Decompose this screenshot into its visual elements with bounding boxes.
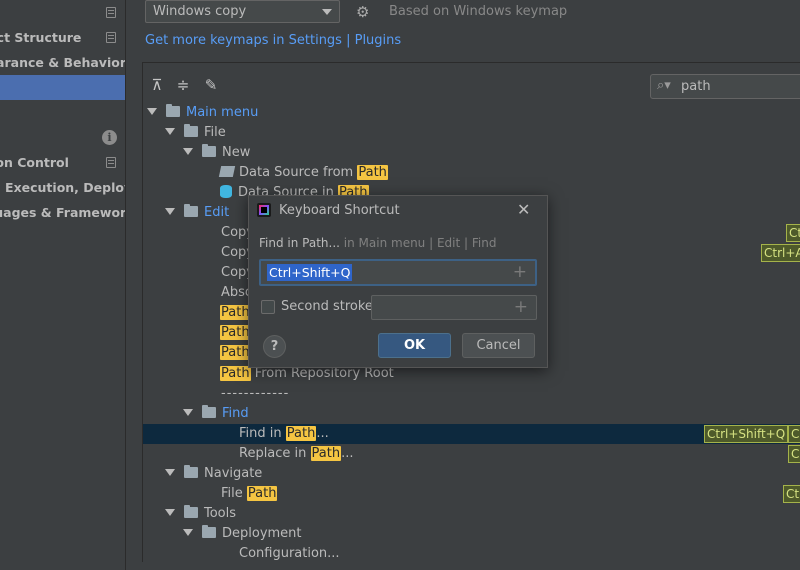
collapse-all-icon[interactable]: ≑ bbox=[173, 75, 193, 95]
tree-node-path-item[interactable]: Path bbox=[220, 303, 251, 323]
search-highlight: Path bbox=[220, 325, 251, 340]
chevron-down-icon bbox=[322, 9, 332, 15]
sidebar-item-project-structure[interactable]: Project Structure bbox=[0, 25, 125, 50]
app-logo-icon bbox=[257, 203, 271, 217]
tree-node-find[interactable]: Find bbox=[183, 404, 249, 424]
expand-all-icon[interactable]: ⊼ bbox=[147, 75, 167, 95]
ok-button[interactable]: OK bbox=[378, 333, 451, 358]
first-stroke-input[interactable]: Ctrl+Shift+Q + bbox=[259, 259, 537, 286]
tree-node-path-item[interactable]: Path bbox=[220, 343, 251, 363]
keymap-dropdown-value: Windows copy bbox=[153, 4, 247, 19]
folder-icon bbox=[166, 104, 180, 117]
sidebar-item-label: Version Control bbox=[0, 155, 69, 170]
folder-icon bbox=[184, 204, 198, 217]
tree-node-tools[interactable]: Tools bbox=[165, 504, 236, 524]
expand-arrow-icon[interactable] bbox=[165, 208, 175, 215]
shortcut-badge: C bbox=[788, 445, 800, 463]
search-highlight: Path bbox=[220, 366, 251, 381]
second-stroke-label: Second stroke: bbox=[281, 299, 378, 314]
open-folder-icon bbox=[218, 166, 236, 177]
tree-node-data-source-from-path[interactable]: Data Source from Path bbox=[218, 163, 388, 183]
keyboard-shortcut-dialog: Keyboard Shortcut ✕ Find in Path... in M… bbox=[248, 195, 548, 368]
sidebar-item-label: Build, Execution, Deployment bbox=[0, 180, 125, 195]
shortcut-badge: C bbox=[788, 425, 800, 443]
help-button[interactable]: ? bbox=[263, 335, 286, 358]
folder-icon bbox=[184, 465, 198, 478]
add-stroke-icon[interactable]: + bbox=[513, 262, 527, 282]
page-icon bbox=[106, 157, 116, 168]
shortcut-badge: Ctrl+Shift+Q bbox=[704, 425, 789, 443]
expand-arrow-icon[interactable] bbox=[165, 128, 175, 135]
search-highlight: Path bbox=[285, 426, 317, 441]
sidebar-item-keymap[interactable] bbox=[0, 75, 125, 100]
tree-node-new[interactable]: New bbox=[183, 143, 250, 163]
search-highlight: Path bbox=[220, 345, 251, 360]
sidebar-item-label: Appearance & Behavior bbox=[0, 55, 126, 70]
sidebar-item-build[interactable]: Build, Execution, Deployment bbox=[0, 175, 125, 200]
sidebar-item-plugins[interactable]: i bbox=[0, 125, 125, 150]
sidebar-item-version-control[interactable]: Version Control bbox=[0, 150, 125, 175]
search-highlight: Path bbox=[357, 165, 388, 180]
second-stroke-input[interactable]: + bbox=[371, 295, 537, 320]
page-icon bbox=[106, 32, 116, 43]
search-box[interactable]: ⌕▾ bbox=[650, 74, 800, 99]
tree-node-file-path[interactable]: File Path bbox=[221, 484, 278, 504]
tree-node-find-in-path[interactable]: Find in Path... bbox=[239, 424, 329, 444]
first-stroke-value: Ctrl+Shift+Q bbox=[267, 264, 353, 281]
edit-pencil-icon[interactable]: ✎ bbox=[201, 75, 221, 95]
action-path: Find in Path... in Main menu | Edit | Fi… bbox=[259, 236, 497, 250]
dialog-title: Keyboard Shortcut bbox=[279, 203, 400, 218]
tree-node-replace-in-path[interactable]: Replace in Path... bbox=[239, 444, 354, 464]
keymap-dropdown[interactable]: Windows copy bbox=[145, 0, 340, 23]
expand-arrow-icon[interactable] bbox=[147, 108, 157, 115]
expand-arrow-icon[interactable] bbox=[183, 529, 193, 536]
tree-node-deployment[interactable]: Deployment bbox=[183, 524, 302, 544]
search-highlight: Path bbox=[220, 305, 251, 320]
settings-sidebar: Project Structure Appearance & Behavior … bbox=[0, 0, 126, 570]
search-input[interactable] bbox=[681, 77, 800, 96]
expand-arrow-icon[interactable] bbox=[183, 148, 193, 155]
page-icon bbox=[106, 7, 116, 18]
tree-node-path-item[interactable]: Path bbox=[220, 323, 251, 343]
tree-node-configuration[interactable]: Configuration... bbox=[239, 544, 340, 564]
info-icon: i bbox=[102, 130, 117, 145]
folder-icon bbox=[184, 505, 198, 518]
tree-node-file[interactable]: File bbox=[165, 123, 226, 143]
sidebar-item-top[interactable] bbox=[0, 0, 125, 25]
close-icon[interactable]: ✕ bbox=[517, 200, 530, 219]
add-stroke-icon[interactable]: + bbox=[514, 297, 528, 317]
shortcut-badge: Ctrl+A bbox=[761, 244, 800, 262]
tree-node-edit[interactable]: Edit bbox=[165, 203, 229, 223]
tree-node-navigate[interactable]: Navigate bbox=[165, 464, 262, 484]
folder-icon bbox=[202, 144, 216, 157]
tree-node-main-menu[interactable]: Main menu bbox=[147, 103, 258, 123]
based-on-label: Based on Windows keymap bbox=[389, 4, 568, 19]
shortcut-badge: Ctr bbox=[783, 485, 800, 503]
search-highlight: Path bbox=[310, 446, 342, 461]
cancel-button[interactable]: Cancel bbox=[462, 333, 535, 358]
sidebar-item-label: Languages & Frameworks bbox=[0, 205, 126, 220]
folder-icon bbox=[202, 405, 216, 418]
gear-icon[interactable]: ⚙ bbox=[356, 3, 369, 21]
database-icon bbox=[220, 185, 232, 198]
search-highlight: Path bbox=[246, 486, 278, 501]
folder-icon bbox=[202, 525, 216, 538]
tree-separator: ------------ bbox=[221, 386, 290, 401]
expand-arrow-icon[interactable] bbox=[183, 409, 193, 416]
shortcut-badge: Ct bbox=[786, 224, 800, 242]
second-stroke-checkbox[interactable] bbox=[261, 300, 275, 314]
expand-arrow-icon[interactable] bbox=[165, 509, 175, 516]
sidebar-item-label: Project Structure bbox=[0, 30, 82, 45]
more-keymaps-link[interactable]: Get more keymaps in Settings | Plugins bbox=[145, 33, 401, 48]
folder-icon bbox=[184, 124, 198, 137]
search-icon: ⌕▾ bbox=[657, 78, 671, 93]
sidebar-item-appearance[interactable]: Appearance & Behavior bbox=[0, 50, 126, 75]
sidebar-item-languages[interactable]: Languages & Frameworks bbox=[0, 200, 126, 225]
expand-arrow-icon[interactable] bbox=[165, 469, 175, 476]
